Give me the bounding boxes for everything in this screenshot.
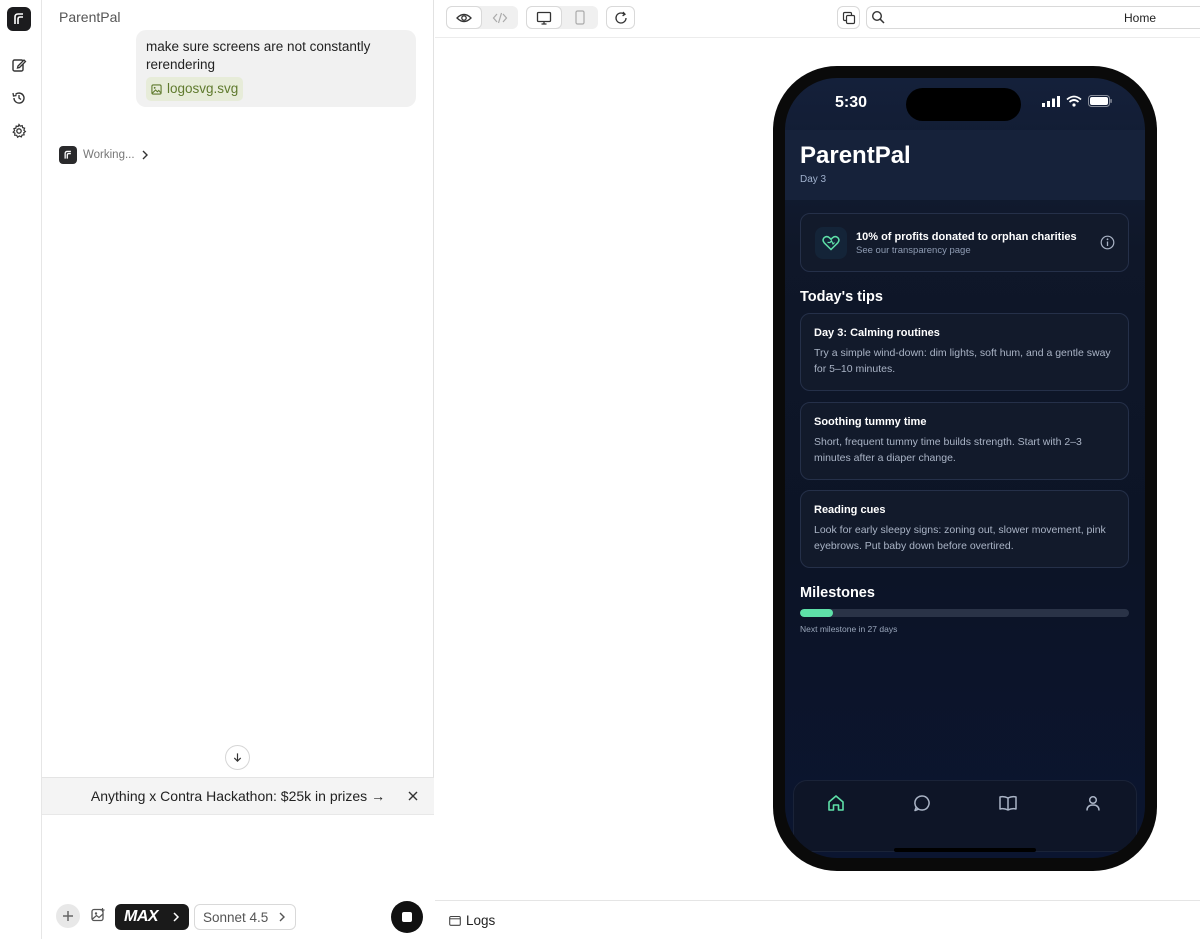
phone-icon — [575, 10, 585, 25]
working-label: Working... — [83, 149, 135, 161]
status-time: 5:30 — [835, 94, 868, 111]
app-header: ParentPal Day 3 — [785, 130, 1145, 200]
dynamic-island — [906, 88, 1021, 121]
tip-title: Reading cues — [814, 504, 886, 516]
attachment-name: logosvg.svg — [167, 81, 239, 96]
home-icon — [828, 795, 844, 811]
preview-tab[interactable] — [446, 6, 482, 29]
new-chat-icon[interactable] — [9, 55, 29, 75]
tab-learn[interactable] — [996, 791, 1020, 815]
battery-icon — [1088, 95, 1112, 107]
app-title: ParentPal — [800, 142, 911, 169]
milestone-progress-bar — [800, 609, 1129, 617]
tip-card[interactable]: Soothing tummy time Short, frequent tumm… — [800, 402, 1129, 480]
scroll-down-button[interactable] — [225, 745, 250, 770]
agent-logo-icon — [59, 146, 77, 164]
url-bar[interactable]: Home — [866, 6, 1200, 29]
tip-title: Day 3: Calming routines — [814, 327, 940, 339]
milestone-progress-fill — [800, 609, 833, 617]
profile-icon — [1086, 795, 1100, 811]
logo-icon[interactable] — [7, 7, 31, 31]
add-button[interactable] — [56, 904, 80, 928]
attachment-chip[interactable]: logosvg.svg — [146, 77, 244, 101]
image-upload-icon[interactable] — [90, 907, 106, 923]
chat-panel: ParentPal make sure screens are not cons… — [42, 0, 434, 939]
banner-text: Anything x Contra Hackathon: $25k in pri… — [90, 788, 386, 804]
message-text: make sure screens are not constantly rer… — [146, 39, 371, 72]
app-subtitle: Day 3 — [800, 174, 827, 185]
app-root: ParentPal make sure screens are not cons… — [0, 0, 1200, 939]
donation-card[interactable]: 10% of profits donated to orphan chariti… — [800, 213, 1129, 272]
stop-icon — [402, 912, 412, 922]
arrow-down-icon — [233, 753, 242, 763]
tab-chat[interactable] — [910, 791, 934, 815]
folder-icon — [449, 915, 461, 926]
view-toggle — [446, 6, 518, 29]
milestone-caption: Next milestone in 27 days — [800, 624, 898, 634]
refresh-button[interactable] — [606, 6, 635, 29]
search-icon — [871, 10, 885, 24]
left-rail — [0, 0, 42, 939]
device-toggle — [526, 6, 598, 29]
tip-card[interactable]: Day 3: Calming routines Try a simple win… — [800, 313, 1129, 391]
max-label: MAX — [124, 908, 159, 925]
url-text: Home — [1124, 11, 1157, 25]
composer[interactable]: MAX Sonnet 4.5 — [42, 815, 434, 939]
home-indicator — [894, 848, 1036, 852]
donation-title: 10% of profits donated to orphan chariti… — [856, 231, 1077, 243]
tips-heading: Today's tips — [800, 289, 883, 305]
history-icon[interactable] — [9, 88, 29, 108]
tab-bar — [793, 780, 1137, 852]
tab-home[interactable] — [824, 791, 848, 815]
copy-icon — [842, 11, 855, 24]
chevron-right-icon — [279, 912, 286, 922]
chat-icon — [914, 795, 930, 812]
working-status[interactable]: Working... — [59, 146, 149, 164]
copy-button[interactable] — [837, 6, 860, 29]
mobile-tab[interactable] — [562, 6, 598, 29]
chevron-right-icon — [173, 912, 180, 922]
settings-icon[interactable] — [9, 121, 29, 141]
tip-title: Soothing tummy time — [814, 416, 927, 428]
logs-label: Logs — [466, 912, 496, 928]
hackathon-banner[interactable]: Anything x Contra Hackathon: $25k in pri… — [42, 777, 434, 815]
tab-profile[interactable] — [1081, 791, 1105, 815]
heart-icon — [815, 227, 847, 259]
tip-body: Look for early sleepy signs: zoning out,… — [814, 524, 1106, 552]
tip-card[interactable]: Reading cues Look for early sleepy signs… — [800, 490, 1129, 568]
donation-subtitle: See our transparency page — [856, 245, 971, 256]
plus-icon — [63, 911, 73, 921]
wifi-icon — [1066, 95, 1082, 107]
signal-icon — [1042, 95, 1060, 107]
close-icon[interactable] — [406, 789, 420, 803]
logs-bar[interactable]: Logs — [435, 900, 1200, 939]
chevron-right-icon — [142, 150, 148, 160]
image-icon — [151, 83, 162, 95]
user-message: make sure screens are not constantly rer… — [136, 30, 416, 107]
milestones-heading: Milestones — [800, 585, 875, 601]
model-selector[interactable]: Sonnet 4.5 — [194, 904, 296, 930]
max-mode-button[interactable]: MAX — [115, 904, 189, 930]
tip-body: Short, frequent tummy time builds streng… — [814, 436, 1082, 464]
info-icon[interactable] — [1100, 235, 1115, 250]
status-icons — [1042, 95, 1112, 107]
monitor-icon — [536, 11, 552, 25]
stop-button[interactable] — [391, 901, 423, 933]
phone-screen: 5:30 ParentPal Day 3 10% of profits dona… — [785, 78, 1145, 858]
eye-icon — [456, 13, 472, 22]
code-tab[interactable] — [482, 6, 518, 29]
tip-body: Try a simple wind-down: dim lights, soft… — [814, 347, 1111, 375]
refresh-icon — [614, 11, 627, 24]
phone-frame: 5:30 ParentPal Day 3 10% of profits dona… — [773, 66, 1157, 871]
model-label: Sonnet 4.5 — [203, 909, 269, 925]
desktop-tab[interactable] — [526, 6, 562, 29]
code-icon — [492, 12, 508, 23]
book-icon — [999, 795, 1017, 811]
project-title: ParentPal — [59, 9, 121, 25]
